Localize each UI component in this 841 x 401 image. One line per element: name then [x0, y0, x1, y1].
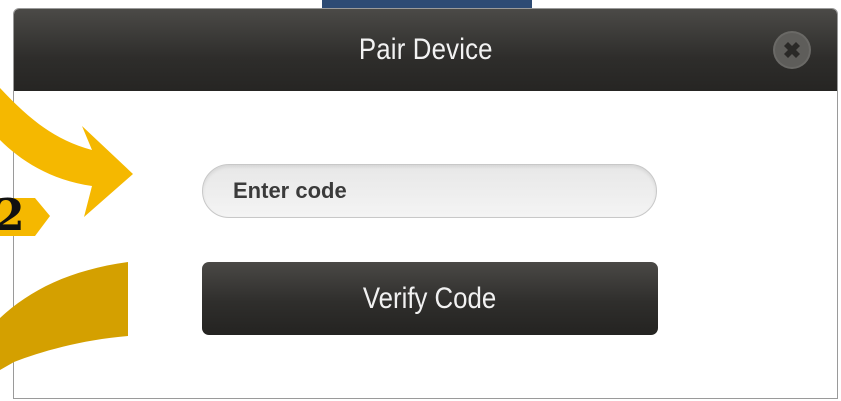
verify-code-button[interactable]: Verify Code [202, 262, 658, 335]
dialog-title: Pair Device [358, 33, 493, 66]
step-number: 2 [0, 190, 25, 241]
dialog-header: Pair Device [14, 9, 837, 91]
code-input[interactable] [202, 164, 657, 218]
screen: Pair Device Verify Code 2 [0, 0, 841, 401]
verify-code-label: Verify Code [363, 281, 497, 315]
close-circle-icon [773, 31, 811, 69]
pair-device-dialog: Pair Device Verify Code [13, 8, 838, 399]
close-button[interactable] [771, 29, 813, 71]
